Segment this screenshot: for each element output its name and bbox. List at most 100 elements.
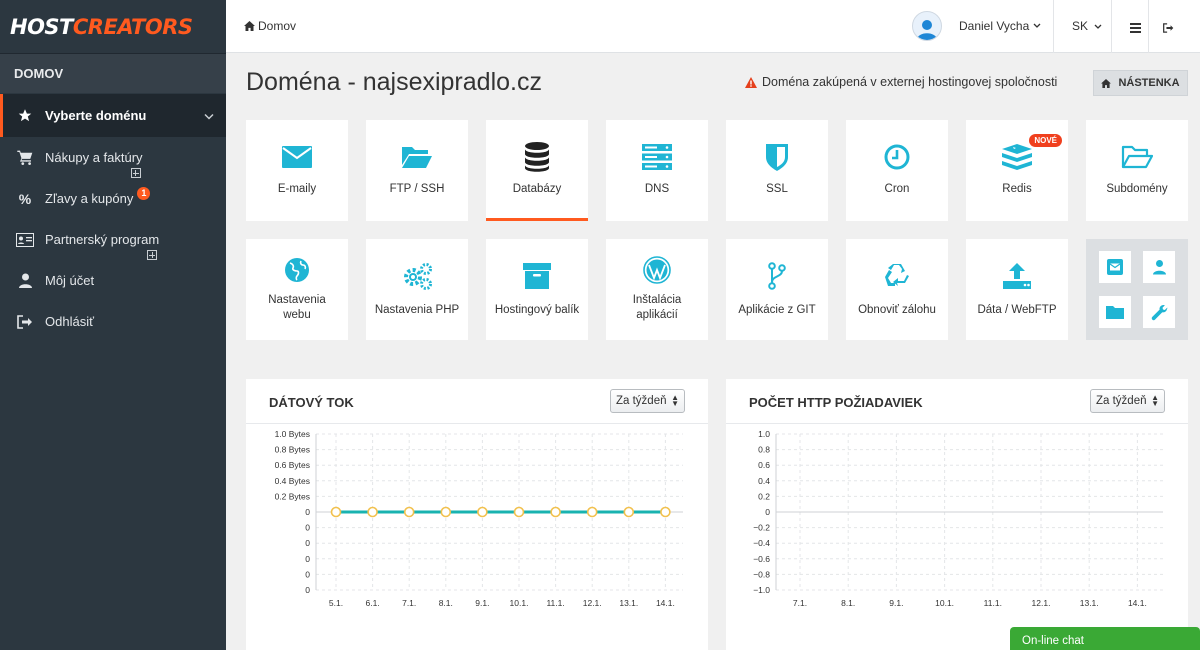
sidebar-section-title: DOMOV — [0, 53, 226, 93]
archive-icon — [523, 261, 551, 291]
sidebar-item-discounts[interactable]: % Zľavy a kupóny 1 — [0, 178, 226, 219]
x-tick-label: 9.1. — [889, 598, 903, 608]
discount-badge: 1 — [137, 187, 151, 200]
sidebar-item-logout[interactable]: Odhlásiť — [0, 301, 226, 342]
warning-icon — [745, 76, 757, 88]
x-tick-label: 13.1. — [1080, 598, 1099, 608]
tile-ftp[interactable]: FTP / SSH — [366, 120, 468, 221]
tile-redis[interactable]: NOVÉ Redis — [966, 120, 1068, 221]
upload-icon — [1003, 261, 1031, 291]
data-point — [513, 506, 525, 518]
x-tick-label: 11.1. — [546, 598, 564, 608]
data-point — [660, 506, 671, 518]
tile-label: Aplikácie z GIT — [738, 304, 816, 316]
globe-icon — [284, 255, 310, 285]
sidebar-item-purchases[interactable]: Nákupy a faktúry — [0, 137, 226, 178]
tile-label: Obnoviť zálohu — [858, 304, 936, 316]
y-tick-label: 0 — [305, 538, 310, 548]
tile-app-install[interactable]: Inštalácia aplikácií — [606, 239, 708, 340]
home-icon — [244, 21, 255, 31]
tile-dns[interactable]: DNS — [606, 120, 708, 221]
tile-web-settings[interactable]: Nastavenia webu — [246, 239, 348, 340]
language-select[interactable]: SK — [1072, 19, 1102, 33]
requests-period-select[interactable]: Za týždeň ▲ ▼ — [1090, 389, 1165, 413]
sidebar-item-label: Zľavy a kupóny — [45, 191, 134, 206]
x-tick-label: 11.1. — [984, 598, 1002, 608]
sidebar-item-select-domain[interactable]: Vyberte doménu — [0, 94, 226, 137]
quick-folder-button[interactable] — [1099, 296, 1131, 328]
y-tick-label: 0.6 — [758, 460, 770, 470]
x-tick-label: 6.1. — [366, 598, 380, 608]
breadcrumb[interactable]: Domov — [244, 19, 296, 33]
tile-git-apps[interactable]: Aplikácie z GIT — [726, 239, 828, 340]
data-point — [367, 506, 378, 518]
panel-title: POČET HTTP POŽIADAVIEK — [749, 395, 923, 410]
tile-php-settings[interactable]: Nastavenia PHP — [366, 239, 468, 340]
sidebar-item-label: Odhlásiť — [45, 314, 94, 329]
y-tick-label: 0 — [305, 585, 310, 595]
tile-databases[interactable]: Databázy — [486, 120, 588, 221]
tile-emails[interactable]: E-maily — [246, 120, 348, 221]
tile-label: FTP / SSH — [389, 183, 445, 195]
folder-open-icon — [401, 142, 433, 172]
user-menu[interactable]: Daniel Vycha — [912, 11, 1041, 41]
sign-out-icon — [1163, 23, 1174, 33]
wrench-icon — [1151, 304, 1167, 320]
y-tick-label: 1.0 Bytes — [275, 429, 310, 439]
y-tick-label: −0.4 — [753, 538, 770, 548]
x-tick-label: 12.1. — [583, 598, 602, 608]
envelope-square-icon — [1107, 259, 1123, 275]
percent-icon: % — [18, 190, 32, 207]
y-tick-label: 0.2 Bytes — [275, 491, 310, 501]
sidebar-item-account[interactable]: Môj účet — [0, 260, 226, 301]
traffic-period-select[interactable]: Za týždeň ▲ ▼ — [610, 389, 685, 413]
data-point — [550, 506, 561, 518]
logout-button[interactable] — [1163, 20, 1174, 38]
tile-ssl[interactable]: SSL — [726, 120, 828, 221]
y-tick-label: 0 — [305, 569, 310, 579]
tile-label: DNS — [644, 183, 670, 195]
language-label: SK — [1072, 19, 1089, 33]
y-tick-label: −1.0 — [753, 585, 770, 595]
x-tick-label: 7.1. — [402, 598, 416, 608]
y-tick-label: −0.8 — [753, 569, 770, 579]
sidebar-item-partner[interactable]: Partnerský program — [0, 219, 226, 260]
select-value: Za týždeň — [1096, 395, 1147, 407]
online-chat-button[interactable]: On-line chat — [1010, 627, 1200, 650]
y-tick-label: 0 — [305, 507, 310, 517]
home-icon — [1101, 78, 1112, 88]
quick-email-button[interactable] — [1099, 251, 1131, 283]
tile-label: SSL — [766, 183, 788, 195]
tile-label: Redis — [1002, 183, 1032, 195]
quick-tools-button[interactable] — [1143, 296, 1175, 328]
x-tick-label: 14.1. — [656, 598, 675, 608]
folder-outline-icon — [1121, 142, 1153, 172]
divider — [1053, 0, 1054, 53]
traffic-panel: DÁTOVÝ TOK Za týždeň ▲ ▼ 1.0 Bytes 0.8 Byt… — [246, 379, 708, 650]
tile-cron[interactable]: Cron — [846, 120, 948, 221]
y-tick-label: 0 — [765, 507, 770, 517]
page-title: Doména - najsexipradlo.cz — [246, 68, 542, 96]
divider — [1148, 0, 1149, 53]
sidebar-item-label: Môj účet — [45, 273, 95, 288]
clock-icon — [884, 142, 910, 172]
tile-subdomains[interactable]: Subdomény — [1086, 120, 1188, 221]
traffic-chart: 1.0 Bytes 0.8 Bytes 0.6 Bytes 0.4 Bytes 0.2 … — [275, 429, 683, 608]
panel-title: DÁTOVÝ TOK — [269, 395, 354, 410]
y-tick-label: −0.6 — [753, 554, 770, 564]
logo[interactable]: HOSTCREATORS — [0, 0, 226, 53]
dashboard-button[interactable]: NÁSTENKA — [1093, 70, 1188, 96]
logo-part1: HOST — [10, 14, 73, 39]
quick-user-button[interactable] — [1143, 251, 1175, 283]
tile-label: Nastavenia PHP — [374, 304, 460, 316]
server-icon — [642, 142, 672, 172]
tile-label: Cron — [884, 183, 910, 195]
x-tick-label: 10.1. — [510, 598, 529, 608]
y-tick-label: 0.4 Bytes — [275, 476, 310, 486]
menu-button[interactable] — [1130, 20, 1141, 38]
tile-hosting-package[interactable]: Hostingový balík — [486, 239, 588, 340]
tile-webftp[interactable]: Dáta / WebFTP — [966, 239, 1068, 340]
data-point — [477, 506, 488, 518]
tile-restore-backup[interactable]: Obnoviť zálohu — [846, 239, 948, 340]
sidebar-item-label: Vyberte doménu — [45, 108, 147, 123]
